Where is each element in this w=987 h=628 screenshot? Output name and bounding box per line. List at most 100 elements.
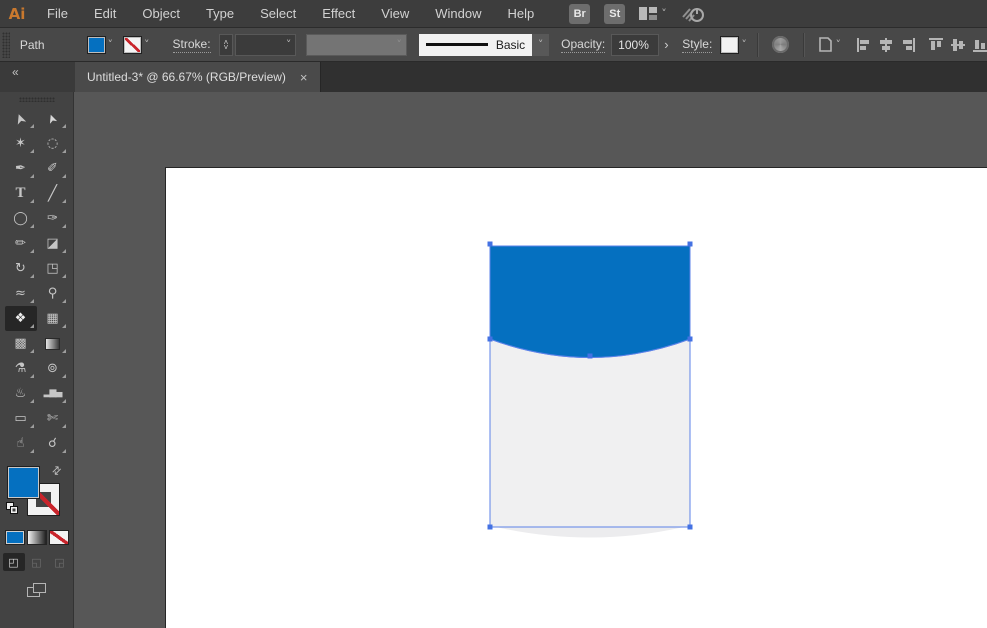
- zoom-tool[interactable]: ☌: [37, 431, 69, 456]
- artboard-tool[interactable]: ▭: [5, 406, 37, 431]
- paintbrush-tool[interactable]: ✑: [37, 206, 69, 231]
- fill-swatch[interactable]: [7, 466, 40, 499]
- align-right-icon[interactable]: [901, 38, 915, 52]
- draw-inside-button[interactable]: ◲: [49, 553, 71, 571]
- direct-selection-tool[interactable]: ➤: [37, 106, 69, 131]
- bridge-button[interactable]: Br: [569, 4, 590, 24]
- symbol-sprayer-tool-icon: ♨: [15, 387, 27, 400]
- divider: [757, 33, 758, 57]
- eraser-tool-icon: ◪: [46, 237, 58, 250]
- chevron-down-icon: ˅: [741, 39, 747, 50]
- align-horizontal-center-icon[interactable]: [879, 38, 893, 52]
- recolor-artwork-icon[interactable]: [772, 36, 789, 53]
- blend-tool[interactable]: ⊚: [37, 356, 69, 381]
- opacity-input[interactable]: 100%: [611, 34, 658, 56]
- type-tool[interactable]: T: [5, 181, 37, 206]
- column-graph-tool[interactable]: ▂▆▄: [37, 381, 69, 406]
- workspace-switcher-button[interactable]: ˅: [639, 7, 667, 20]
- toolbar-header: «: [0, 62, 75, 92]
- menu-effect[interactable]: Effect: [313, 6, 364, 21]
- slice-tool-icon: ✄: [47, 412, 58, 425]
- lasso-tool[interactable]: ◌: [37, 131, 69, 156]
- menu-view[interactable]: View: [372, 6, 418, 21]
- menu-items: File Edit Object Type Select Effect View Window…: [34, 6, 547, 21]
- menu-type[interactable]: Type: [197, 6, 243, 21]
- close-icon[interactable]: ×: [300, 70, 308, 85]
- stroke-color-swatch: [123, 36, 142, 54]
- pen-tool[interactable]: ✒: [5, 156, 37, 181]
- pasteboard[interactable]: [74, 92, 987, 628]
- style-panel-link[interactable]: Style:: [682, 37, 712, 53]
- menu-select[interactable]: Select: [251, 6, 305, 21]
- toolbar-grip-handle[interactable]: [19, 97, 55, 102]
- swap-fill-stroke-icon[interactable]: ⇄: [49, 463, 65, 479]
- perspective-grid-tool[interactable]: ▦: [37, 306, 69, 331]
- rotate-tool[interactable]: ↻: [5, 256, 37, 281]
- default-fill-stroke-icon[interactable]: [6, 502, 19, 515]
- scale-tool[interactable]: ◳: [37, 256, 69, 281]
- stroke-weight-stepper[interactable]: ˄ ˅: [219, 34, 234, 56]
- menu-window[interactable]: Window: [426, 6, 490, 21]
- selection-tool-icon: ➤: [12, 111, 29, 127]
- opacity-panel-link[interactable]: Opacity:: [561, 37, 605, 53]
- document-tab[interactable]: Untitled-3* @ 66.67% (RGB/Preview) ×: [75, 62, 321, 92]
- brush-definition-dropdown[interactable]: Basic ˅: [419, 34, 549, 56]
- controlbar-grip-handle[interactable]: [2, 32, 10, 58]
- drawing-mode-buttons: ◰◱◲: [0, 553, 73, 571]
- draw-behind-button[interactable]: ◱: [26, 553, 48, 571]
- draw-normal-button[interactable]: ◰: [3, 553, 25, 571]
- align-top-icon[interactable]: [929, 38, 943, 52]
- mesh-tool[interactable]: ▩: [5, 331, 37, 356]
- align-bottom-icon[interactable]: [973, 38, 987, 52]
- magic-wand-tool[interactable]: ✶: [5, 131, 37, 156]
- hand-tool[interactable]: ☝: [5, 431, 37, 456]
- stroke-weight-dropdown[interactable]: ˅: [235, 34, 296, 56]
- gradient-button[interactable]: [27, 530, 47, 545]
- puppet-warp-tool[interactable]: ⚲: [37, 281, 69, 306]
- width-tool[interactable]: ≈: [5, 281, 37, 306]
- align-to-dropdown[interactable]: ˅: [817, 37, 841, 52]
- eraser-tool[interactable]: ◪: [37, 231, 69, 256]
- curvature-tool[interactable]: ✐: [37, 156, 69, 181]
- line-segment-tool[interactable]: ╱: [37, 181, 69, 206]
- align-left-icon[interactable]: [857, 38, 871, 52]
- selection-tool[interactable]: ➤: [5, 106, 37, 131]
- stock-button[interactable]: St: [604, 4, 625, 24]
- graphic-style-dropdown[interactable]: ˅: [720, 36, 747, 54]
- chevron-down-icon: ˅: [661, 8, 667, 19]
- shape-builder-tool[interactable]: ❖: [5, 306, 37, 331]
- color-button[interactable]: [5, 530, 25, 545]
- document-tab-title: Untitled-3* @ 66.67% (RGB/Preview): [87, 70, 286, 84]
- gpu-performance-icon[interactable]: [681, 5, 705, 23]
- none-button[interactable]: [49, 530, 69, 545]
- opacity-more-button[interactable]: ›: [659, 34, 675, 56]
- shaper-tool[interactable]: ✏: [5, 231, 37, 256]
- line-segment-tool-icon: ╱: [48, 186, 57, 201]
- workspace: ➤➤✶◌✒✐T╱◯✑✏◪↻◳≈⚲❖▦▩⚗⊚♨▂▆▄▭✄☝☌ ⇄ ◰◱◲: [0, 92, 987, 628]
- align-vertical-center-icon[interactable]: [951, 38, 965, 52]
- stroke-color-dropdown[interactable]: ˅: [123, 36, 150, 54]
- chevron-down-icon: ˅: [835, 39, 841, 50]
- artboard[interactable]: [165, 167, 987, 628]
- screen-mode-button[interactable]: [27, 583, 47, 598]
- menu-help[interactable]: Help: [498, 6, 543, 21]
- chevron-down-icon: ˅: [396, 39, 402, 50]
- eyedropper-tool[interactable]: ⚗: [5, 356, 37, 381]
- blend-tool-icon: ⊚: [47, 362, 58, 375]
- menu-edit[interactable]: Edit: [85, 6, 125, 21]
- ellipse-tool[interactable]: ◯: [5, 206, 37, 231]
- selection-type-label: Path: [20, 38, 45, 52]
- menu-object[interactable]: Object: [133, 6, 189, 21]
- chevron-down-icon: ˅: [108, 39, 114, 50]
- slice-tool[interactable]: ✄: [37, 406, 69, 431]
- hand-tool-icon: ☝: [17, 437, 25, 450]
- menu-file[interactable]: File: [38, 6, 77, 21]
- menu-right-buttons: Br St ˅: [569, 4, 705, 24]
- control-bar: Path ˅ ˅ Stroke: ˄ ˅ ˅ ˅ Basic ˅ Opacity: [0, 28, 987, 62]
- gradient-tool[interactable]: [37, 331, 69, 356]
- fill-color-dropdown[interactable]: ˅: [87, 36, 114, 54]
- chevron-down-icon: ˅: [538, 39, 544, 50]
- stroke-panel-link[interactable]: Stroke:: [173, 37, 211, 53]
- symbol-sprayer-tool[interactable]: ♨: [5, 381, 37, 406]
- collapse-panel-button[interactable]: «: [12, 65, 17, 79]
